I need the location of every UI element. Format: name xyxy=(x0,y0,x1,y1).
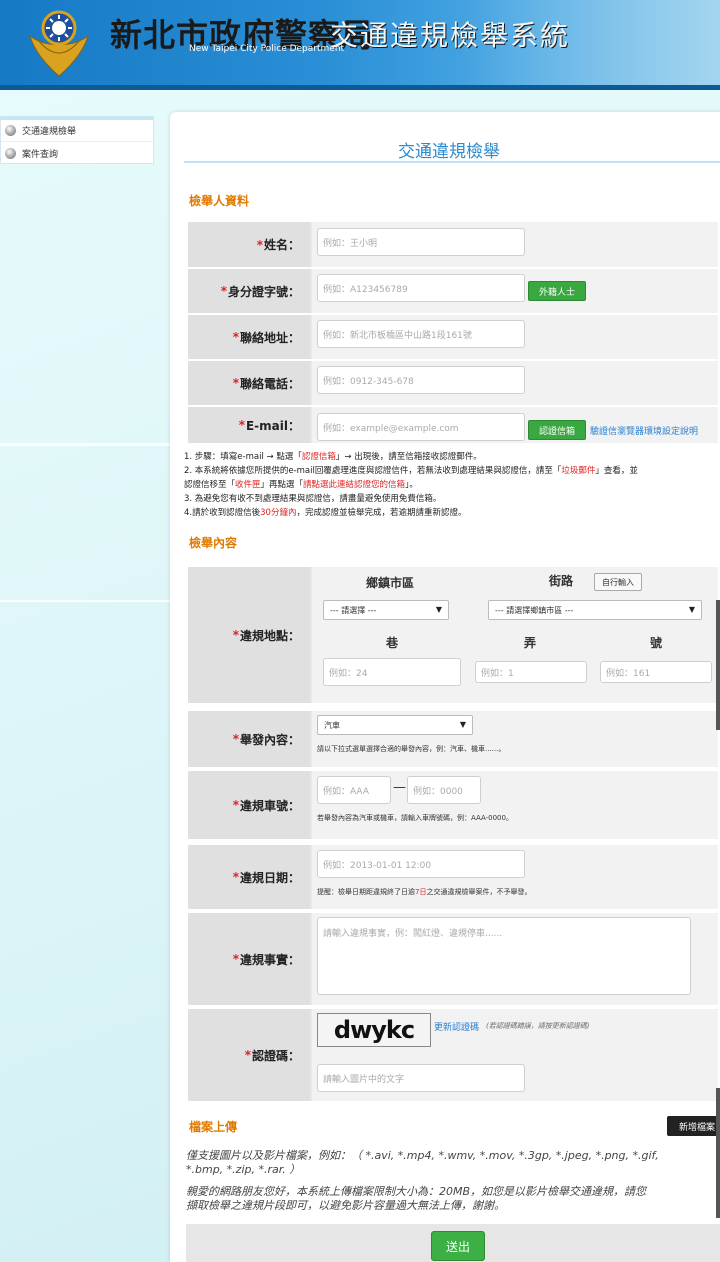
district-select[interactable]: --- 請選擇 --- ▼ xyxy=(323,600,449,620)
field-label-email: * E-mail： xyxy=(188,407,310,443)
email-input[interactable]: 例如：example@example.com xyxy=(317,413,525,441)
row-name: * 姓名： 例如：王小明 xyxy=(188,222,718,269)
browser-settings-link[interactable]: 驗證信瀏覽器環境設定說明 xyxy=(590,424,698,437)
verify-email-button[interactable]: 認證信箱 xyxy=(528,420,586,440)
bullet-icon xyxy=(5,125,16,136)
facts-textarea[interactable]: 請輸入違規事實，例：闖紅燈、違規停車...... xyxy=(317,917,691,995)
row-date: * 違規日期： 例如：2013-01-01 12:00 提醒：檢舉日期距違規終了日… xyxy=(188,845,718,911)
page-title: 交通違規檢舉 xyxy=(398,142,500,162)
plate-prefix-input[interactable]: 例如：AAA xyxy=(317,776,391,804)
name-input[interactable]: 例如：王小明 xyxy=(317,228,525,256)
date-input[interactable]: 例如：2013-01-01 12:00 xyxy=(317,850,525,878)
row-field: 例如：王小明 xyxy=(312,222,718,267)
field-label-date: * 違規日期： xyxy=(188,845,310,909)
row-field: 例如：example@example.com 認證信箱 驗證信瀏覽器環境設定說明 xyxy=(312,407,718,443)
submit-bar: 送出 xyxy=(186,1224,720,1262)
dropdown-caret-icon: ▼ xyxy=(459,720,466,729)
field-label-phone: * 聯絡電話： xyxy=(188,361,310,405)
plate-dash: — xyxy=(393,780,406,795)
background-band xyxy=(0,600,170,602)
row-field: 汽車 ▼ 請以下拉式選單選擇合適的舉發內容，例：汽車、機車......。 xyxy=(312,711,718,767)
row-captcha: * 認證碼： dwykc 更新認證碼 (若認證碼錯誤，請按更新認證碼) 請輸入圖片… xyxy=(188,1009,718,1103)
field-label-type: * 舉發內容： xyxy=(188,711,310,767)
row-id: * 身分證字號： 例如：A123456789 外籍人士 xyxy=(188,269,718,315)
field-label-name: * 姓名： xyxy=(188,222,310,267)
alley-input[interactable]: 例如：1 xyxy=(475,661,587,683)
number-header: 號 xyxy=(650,636,663,650)
row-field: dwykc 更新認證碼 (若認證碼錯誤，請按更新認證碼) 請輸入圖片中的文字 xyxy=(312,1009,718,1101)
note-step-4: 4.請於收到認證信後30分鐘內，完成認證並檢舉完成，若逾期請重新認證。 xyxy=(184,508,467,518)
plate-number-input[interactable]: 例如：0000 xyxy=(407,776,481,804)
field-label-captcha: * 認證碼： xyxy=(188,1009,310,1101)
bullet-icon xyxy=(5,147,16,159)
manual-input-button[interactable]: 自行輸入 xyxy=(594,573,642,591)
note-step-2-cont: 認證信移至「收件匣」再點選「請點選此連結認證您的信箱」。 xyxy=(184,480,418,490)
phone-input[interactable]: 例如：0912-345-678 xyxy=(317,366,525,394)
plate-hint: 若舉發內容為汽車或機車，請輸入車牌號碼，例：AAA-0000。 xyxy=(317,814,513,822)
row-field: 鄉鎮市區 街路 自行輸入 --- 請選擇 --- ▼ --- 請選擇鄉鎮市區 --… xyxy=(312,567,718,703)
upload-support-line-2: *.bmp, *.zip, *.rar. ） xyxy=(186,1163,301,1176)
district-header: 鄉鎮市區 xyxy=(366,576,415,590)
sidebar-item-label: 交通違規檢舉 xyxy=(22,127,77,137)
field-label-facts: * 違規事實： xyxy=(188,913,310,1005)
row-field: 例如：AAA — 例如：0000 若舉發內容為汽車或機車，請輸入車牌號碼，例：A… xyxy=(312,771,718,839)
field-label-id: * 身分證字號： xyxy=(188,269,310,313)
address-input[interactable]: 例如：新北市板橋區中山路1段161號 xyxy=(317,320,525,348)
scrollbar-thumb[interactable] xyxy=(716,1088,720,1218)
title-divider xyxy=(184,161,720,163)
section-title-upload: 檔案上傳 xyxy=(189,1120,238,1134)
number-input[interactable]: 例如：161 xyxy=(600,661,712,683)
site-title-sub: 交通違規檢舉系統 xyxy=(330,19,571,52)
sidebar-item-case-query[interactable]: 案件查詢 xyxy=(1,142,153,164)
add-file-button[interactable]: 新增檔案 xyxy=(667,1116,720,1136)
section-title-content: 檢舉內容 xyxy=(189,536,238,550)
police-badge-logo xyxy=(29,10,89,77)
sidebar-item-label: 案件查詢 xyxy=(22,149,59,160)
dropdown-caret-icon: ▼ xyxy=(435,605,442,614)
sidebar: 交通違規檢舉 案件查詢 xyxy=(0,116,154,164)
row-field: 例如：2013-01-01 12:00 提醒：檢舉日期距違規終了日逾7日之交通違… xyxy=(312,845,718,909)
note-step-1: 1. 步驟：填寫e-mail → 點選「認證信箱」→ 出現後，請至信箱接收認證郵… xyxy=(184,452,482,462)
row-address: * 聯絡地址： 例如：新北市板橋區中山路1段161號 xyxy=(188,315,718,361)
submit-button[interactable]: 送出 xyxy=(431,1231,485,1261)
id-number-input[interactable]: 例如：A123456789 xyxy=(317,274,525,302)
lane-header: 巷 xyxy=(386,636,399,650)
field-label-address: * 聯絡地址： xyxy=(188,315,310,359)
upload-notice-line-2: 擷取檢舉之違規片段即可，以避免影片容量過大無法上傳，謝謝。 xyxy=(186,1199,505,1212)
row-field: 例如：A123456789 外籍人士 xyxy=(312,269,718,313)
date-hint: 提醒：檢舉日期距違規終了日逾7日之交通違規檢舉案件，不予舉發。 xyxy=(317,888,532,896)
report-type-select[interactable]: 汽車 ▼ xyxy=(317,715,473,735)
row-phone: * 聯絡電話： 例如：0912-345-678 xyxy=(188,361,718,407)
row-facts: * 違規事實： 請輸入違規事實，例：闖紅燈、違規停車...... xyxy=(188,913,718,1007)
scrollbar-thumb[interactable] xyxy=(716,600,720,730)
street-header: 街路 xyxy=(549,574,574,588)
site-header: 新北市政府警察局 交通違規檢舉系統 New Taipei City Police… xyxy=(0,0,720,90)
lane-input[interactable]: 例如：24 xyxy=(323,658,461,686)
alley-header: 弄 xyxy=(524,636,537,650)
refresh-captcha-link[interactable]: 更新認證碼 xyxy=(434,1020,479,1033)
header-bottom-stripe xyxy=(0,85,720,90)
row-field: 例如：0912-345-678 xyxy=(312,361,718,405)
section-title-reporter: 檢舉人資料 xyxy=(189,194,250,208)
foreigner-button[interactable]: 外籍人士 xyxy=(528,281,586,301)
report-type-hint: 請以下拉式選單選擇合適的舉發內容，例：汽車、機車......。 xyxy=(317,745,506,753)
note-step-2: 2. 本系統將依據您所提供的e-mail回覆處理進度與認證信件，若無法收到處理結… xyxy=(184,466,638,476)
row-field: 請輸入違規事實，例：闖紅燈、違規停車...... xyxy=(312,913,718,1005)
captcha-input[interactable]: 請輸入圖片中的文字 xyxy=(317,1064,525,1092)
captcha-image: dwykc xyxy=(317,1013,431,1047)
note-step-3: 3. 為避免您有收不到處理結果與認證信，請盡量避免使用免費信箱。 xyxy=(184,494,442,504)
field-label-plate: * 違規車號： xyxy=(188,771,310,839)
field-label-location: * 違規地點： xyxy=(188,567,310,703)
row-field: 例如：新北市板橋區中山路1段161號 xyxy=(312,315,718,359)
row-plate: * 違規車號： 例如：AAA — 例如：0000 若舉發內容為汽車或機車，請輸入車… xyxy=(188,771,718,841)
row-report-type: * 舉發內容： 汽車 ▼ 請以下拉式選單選擇合適的舉發內容，例：汽車、機車.....… xyxy=(188,711,718,769)
row-location: * 違規地點： 鄉鎮市區 街路 自行輸入 --- 請選擇 --- ▼ --- 請選擇… xyxy=(188,567,718,705)
row-email: * E-mail： 例如：example@example.com 認證信箱 驗證信… xyxy=(188,407,718,445)
dropdown-caret-icon: ▼ xyxy=(688,605,695,614)
street-select[interactable]: --- 請選擇鄉鎮市區 --- ▼ xyxy=(488,600,702,620)
site-title-english: New Taipei City Police Department xyxy=(189,44,345,54)
refresh-captcha-note: (若認證碼錯誤，請按更新認證碼) xyxy=(486,1022,590,1030)
sidebar-item-report[interactable]: 交通違規檢舉 xyxy=(1,120,153,142)
